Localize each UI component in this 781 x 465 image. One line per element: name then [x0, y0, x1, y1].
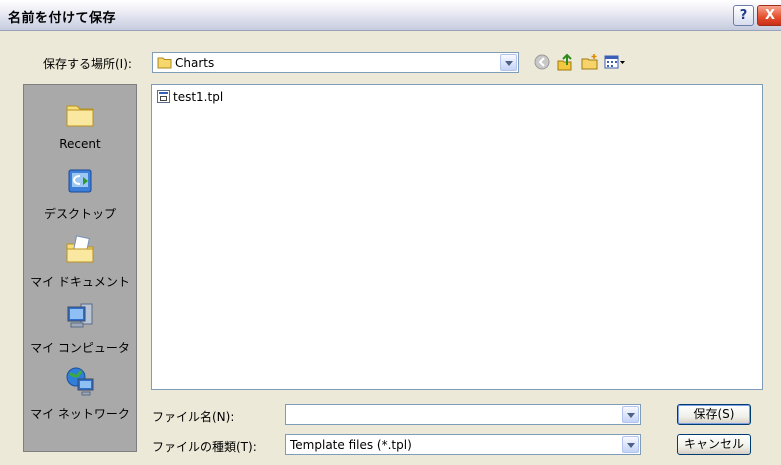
view-menu-icon[interactable] — [604, 53, 626, 71]
back-icon[interactable] — [533, 53, 551, 71]
filetype-combobox[interactable]: Template files (*.tpl) — [285, 434, 641, 455]
file-name: test1.tpl — [173, 89, 224, 104]
my-documents-icon — [66, 235, 94, 263]
filename-combobox[interactable] — [285, 404, 641, 425]
place-recent[interactable]: Recent — [24, 97, 136, 151]
place-my-documents-label: マイ ドキュメント — [30, 275, 130, 289]
place-recent-label: Recent — [59, 137, 101, 151]
places-bar: Recent デスクトップ マイ ドキュメント マイ コンピュータ マイ ネット… — [23, 84, 137, 452]
place-my-network-label: マイ ネットワーク — [30, 407, 130, 421]
filename-label: ファイル名(N): — [152, 410, 235, 424]
save-button[interactable]: 保存(S) — [677, 404, 751, 425]
place-my-network[interactable]: マイ ネットワーク — [24, 365, 136, 422]
save-in-combobox[interactable]: Charts — [152, 52, 519, 73]
new-folder-icon[interactable] — [581, 53, 599, 71]
desktop-icon — [68, 169, 92, 193]
save-as-dialog: 名前を付けて保存 ? X 保存する場所(I): Charts Recent デス… — [0, 0, 781, 465]
window-title: 名前を付けて保存 — [8, 11, 117, 26]
recent-folder-icon — [66, 105, 94, 127]
folder-icon — [157, 57, 172, 69]
tpl-file-icon — [157, 90, 170, 103]
filetype-value: Template files (*.tpl) — [290, 438, 412, 452]
place-my-computer-label: マイ コンピュータ — [30, 341, 130, 355]
file-list[interactable]: test1.tpl — [151, 84, 763, 390]
save-in-label: 保存する場所(I): — [43, 57, 132, 71]
filename-dropdown-arrow[interactable] — [622, 406, 639, 423]
place-desktop[interactable]: デスクトップ — [24, 165, 136, 222]
close-button[interactable]: X — [757, 5, 781, 26]
place-desktop-label: デスクトップ — [43, 207, 116, 221]
save-in-dropdown-arrow[interactable] — [500, 54, 517, 71]
file-item[interactable]: test1.tpl — [157, 89, 223, 105]
place-my-documents[interactable]: マイ ドキュメント — [24, 233, 136, 290]
my-network-icon — [66, 367, 94, 396]
cancel-button[interactable]: キャンセル — [677, 434, 751, 455]
title-bar[interactable]: 名前を付けて保存 ? X — [0, 0, 781, 31]
save-in-value: Charts — [175, 56, 215, 70]
help-button[interactable]: ? — [733, 5, 754, 26]
filetype-dropdown-arrow[interactable] — [622, 436, 639, 453]
my-computer-icon — [67, 303, 93, 328]
filetype-label: ファイルの種類(T): — [152, 440, 257, 454]
place-my-computer[interactable]: マイ コンピュータ — [24, 299, 136, 356]
up-folder-icon[interactable] — [556, 53, 574, 71]
